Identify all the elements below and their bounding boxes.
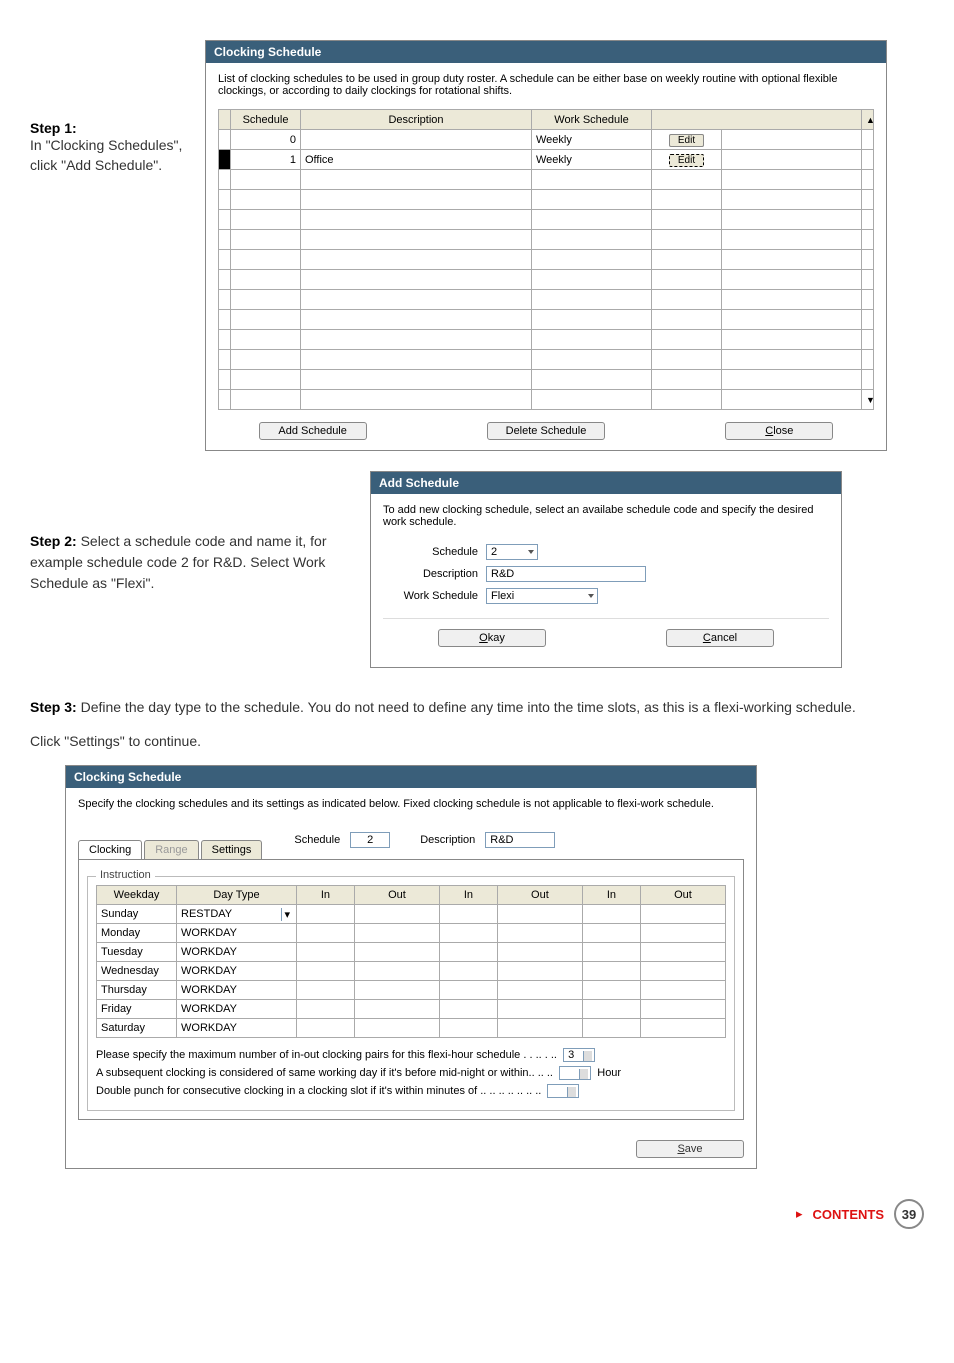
th-schedule: Schedule [231,110,301,130]
okay-button[interactable]: Okay [438,629,546,647]
doublepunch-stepper[interactable] [547,1084,579,1098]
contents-arrow: ▸ [796,1206,803,1222]
add-schedule-dialog: Add Schedule To add new clocking schedul… [370,471,842,668]
step1-text: In "Clocking Schedules", click "Add Sche… [30,136,190,175]
add-dialog-intro: To add new clocking schedule, select an … [383,504,829,528]
dialog-title: Clocking Schedule [206,41,886,63]
description-label: Description [383,568,478,580]
note2-unit: Hour [597,1067,621,1079]
desc-label-3: Description [420,834,475,846]
close-button[interactable]: Close [725,422,833,440]
tab-settings[interactable]: Settings [201,840,263,859]
contents-link[interactable]: CONTENTS [813,1207,885,1222]
list-item[interactable]: SundayRESTDAY▾ [97,905,726,924]
page-number: 39 [894,1199,924,1229]
workschedule-select[interactable]: Flexi [486,588,598,604]
note3: Double punch for consecutive clocking in… [96,1085,541,1097]
th-work-schedule: Work Schedule [532,110,652,130]
list-item[interactable]: FridayWORKDAY [97,1000,726,1019]
list-item[interactable]: MondayWORKDAY [97,924,726,943]
instruction-legend: Instruction [96,869,155,881]
table-row[interactable]: 1 Office Weekly Edit [219,150,874,170]
step3-title: Step 3: [30,699,77,715]
step3-click: Click "Settings" to continue. [30,732,924,752]
tab-range[interactable]: Range [144,840,198,859]
clocking-intro: List of clocking schedules to be used in… [218,73,874,97]
description-input[interactable]: R&D [486,566,646,582]
list-item[interactable]: WednesdayWORKDAY [97,962,726,981]
step3-text: Define the day type to the schedule. You… [77,699,856,715]
cancel-button[interactable]: Cancel [666,629,774,647]
workschedule-label: Work Schedule [383,590,478,602]
th-description: Description [301,110,532,130]
tab-clocking[interactable]: Clocking [78,840,142,859]
step1-title: Step 1: [30,120,190,136]
list-item[interactable]: TuesdayWORKDAY [97,943,726,962]
step2-title: Step 2: [30,533,77,549]
schedule-table: Schedule Description Work Schedule ▲ 0 W… [218,109,874,410]
edit-button[interactable]: Edit [669,154,704,167]
clocking-schedule-dialog: Clocking Schedule List of clocking sched… [205,40,887,451]
desc-value-3: R&D [485,832,555,848]
note1: Please specify the maximum number of in-… [96,1049,557,1061]
edit-button[interactable]: Edit [669,134,704,147]
max-pairs-stepper[interactable]: 3 [563,1048,595,1062]
daytype-table: Weekday Day Type In Out In Out In Out Su… [96,885,726,1038]
note2: A subsequent clocking is considered of s… [96,1067,553,1079]
table-row[interactable]: 0 Weekly Edit [219,130,874,150]
list-item[interactable]: ThursdayWORKDAY [97,981,726,1000]
schedule-label: Schedule [383,546,478,558]
schedule-label-3: Schedule [294,834,340,846]
delete-schedule-button[interactable]: Delete Schedule [487,422,606,440]
clock3-title: Clocking Schedule [66,766,756,788]
schedule-value-3: 2 [350,832,390,848]
list-item[interactable]: SaturdayWORKDAY [97,1019,726,1038]
clocking-schedule-dialog-3: Clocking Schedule Specify the clocking s… [65,765,757,1169]
midnight-stepper[interactable] [559,1066,591,1080]
schedule-select[interactable]: 2 [486,544,538,560]
clock3-intro: Specify the clocking schedules and its s… [78,798,744,810]
save-button[interactable]: Save [636,1140,744,1158]
add-dialog-title: Add Schedule [371,472,841,494]
add-schedule-button[interactable]: Add Schedule [259,422,367,440]
